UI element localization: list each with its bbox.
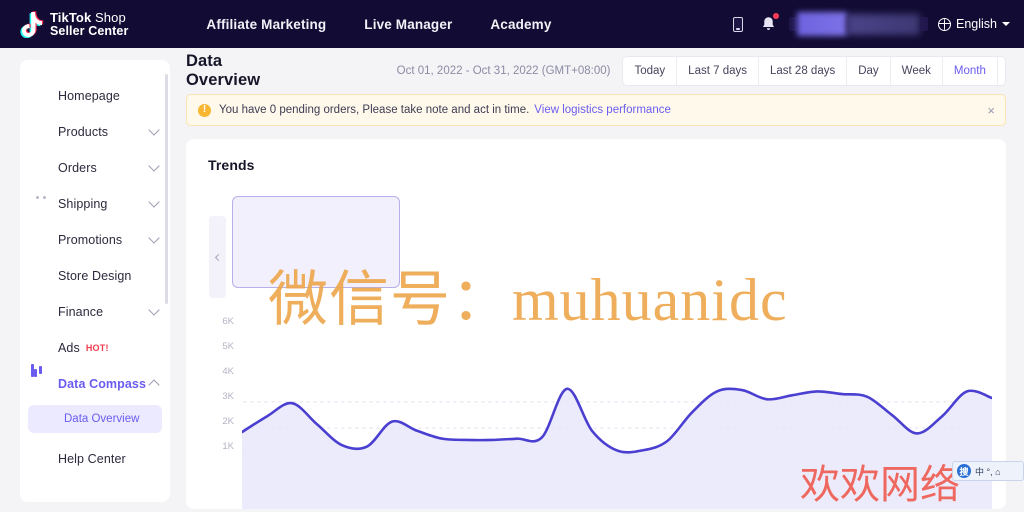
- chevron-left-icon: [214, 253, 223, 261]
- mobile-phone-icon[interactable]: [723, 9, 753, 39]
- tab-last-28-days[interactable]: Last 28 days: [759, 57, 848, 85]
- nav-link-affiliate-marketing[interactable]: Affiliate Marketing: [206, 17, 326, 32]
- chevron-down-icon: [148, 232, 160, 244]
- metric-card-selected[interactable]: [232, 196, 400, 288]
- trends-title: Trends: [208, 157, 255, 173]
- notification-bell-icon[interactable]: [753, 9, 783, 39]
- hot-badge: HOT!: [85, 343, 109, 353]
- sidebar-item-label: Promotions: [58, 233, 123, 247]
- nav-link-live-manager[interactable]: Live Manager: [364, 17, 452, 32]
- tab-today[interactable]: Today: [623, 57, 678, 85]
- brand-text: TikTok Shop Seller Center: [50, 11, 128, 37]
- store-icon: [34, 269, 49, 284]
- sidebar-subitem-label: Data Overview: [64, 413, 140, 425]
- page-header: Data Overview Oct 01, 2022 - Oct 31, 202…: [180, 48, 1024, 94]
- main-content: Data Overview Oct 01, 2022 - Oct 31, 202…: [180, 48, 1024, 512]
- y-tick-label: 1K: [222, 441, 234, 452]
- language-selector[interactable]: English: [938, 17, 1010, 31]
- chart-y-axis: 6K 5K 4K 3K 2K 1K: [208, 317, 234, 467]
- sidebar-item-label: Ads: [58, 341, 80, 355]
- sidebar-subitem-data-overview[interactable]: Data Overview: [28, 405, 162, 433]
- tiktok-note-icon: [18, 10, 44, 39]
- truck-icon: [34, 197, 49, 212]
- pending-orders-alert: ! You have 0 pending orders, Please take…: [186, 94, 1006, 126]
- chevron-down-icon: [148, 160, 160, 172]
- sidebar-item-promotions[interactable]: Promotions: [20, 222, 170, 258]
- sidebar-item-label: Homepage: [58, 89, 120, 103]
- sidebar-item-homepage[interactable]: Homepage: [20, 78, 170, 114]
- date-range-tabs: Today Last 7 days Last 28 days Day Week …: [622, 56, 1006, 86]
- sidebar-navigation: Homepage Products Orders Shipping Promot…: [20, 60, 170, 502]
- chevron-up-icon: [148, 379, 160, 391]
- y-tick-label: 4K: [222, 366, 234, 377]
- sidebar-item-ads[interactable]: Ads HOT!: [20, 330, 170, 366]
- tab-week[interactable]: Week: [891, 57, 943, 85]
- brand-logo[interactable]: TikTok Shop Seller Center: [18, 10, 128, 39]
- chevron-down-icon: [148, 196, 160, 208]
- warning-icon: !: [198, 103, 211, 117]
- sidebar-item-data-compass[interactable]: Data Compass: [20, 366, 170, 402]
- sidebar-item-label: Store Design: [58, 269, 132, 283]
- chevron-down-icon: [148, 124, 160, 136]
- globe-icon: [938, 17, 952, 31]
- nav-right-actions: English: [723, 0, 1010, 48]
- tab-custom[interactable]: Custom: [998, 57, 1005, 85]
- sidebar-item-label: Shipping: [58, 197, 108, 211]
- sidebar-item-label: Data Compass: [58, 377, 147, 391]
- y-tick-label: 5K: [222, 341, 234, 352]
- sidebar-scrollbar[interactable]: [165, 74, 168, 304]
- sidebar-item-help-center[interactable]: Help Center: [20, 441, 170, 477]
- sidebar-item-finance[interactable]: Finance: [20, 294, 170, 330]
- shopping-bag-icon: [34, 125, 49, 140]
- brand-name-rest: Shop: [91, 10, 126, 25]
- credit-card-icon: [34, 305, 49, 320]
- tab-day[interactable]: Day: [847, 57, 891, 85]
- sidebar-item-shipping[interactable]: Shipping: [20, 186, 170, 222]
- document-icon: [34, 161, 49, 176]
- page-title: Data Overview: [186, 52, 261, 89]
- sidebar-item-store-design[interactable]: Store Design: [20, 258, 170, 294]
- trends-chart: 6K 5K 4K 3K 2K 1K: [208, 299, 992, 509]
- trends-card: Trends 6K 5K 4K 3K 2K 1K: [186, 139, 1006, 509]
- brand-subtitle: Seller Center: [50, 23, 129, 38]
- carousel-prev-button[interactable]: [209, 216, 226, 298]
- bar-chart-icon: [34, 377, 49, 392]
- notification-dot: [773, 13, 779, 19]
- help-icon: [34, 452, 49, 467]
- sidebar-item-orders[interactable]: Orders: [20, 150, 170, 186]
- primary-nav-links: Affiliate Marketing Live Manager Academy: [206, 17, 551, 32]
- ime-logo-icon: 搜: [957, 464, 971, 478]
- tab-last-7-days[interactable]: Last 7 days: [677, 57, 759, 85]
- chevron-down-icon: [1002, 22, 1010, 26]
- ads-icon: [34, 341, 49, 356]
- ime-toolbar[interactable]: 搜 中 °, ⌂: [952, 461, 1024, 481]
- brand-name-bold: TikTok: [50, 10, 92, 25]
- y-tick-label: 6K: [222, 316, 234, 327]
- alert-message: You have 0 pending orders, Please take n…: [219, 104, 530, 116]
- tab-month[interactable]: Month: [943, 57, 998, 85]
- ime-mode-label: 中 °, ⌂: [975, 466, 1001, 477]
- date-range-label: Oct 01, 2022 - Oct 31, 2022 (GMT+08:00): [396, 65, 611, 77]
- sidebar-item-label: Finance: [58, 305, 104, 319]
- sidebar-item-label: Orders: [58, 161, 97, 175]
- nav-link-academy[interactable]: Academy: [490, 17, 551, 32]
- y-tick-label: 3K: [222, 391, 234, 402]
- view-logistics-performance-link[interactable]: View logistics performance: [534, 104, 671, 116]
- chart-plot-area: [242, 299, 992, 509]
- megaphone-icon: [34, 233, 49, 248]
- sidebar-item-products[interactable]: Products: [20, 114, 170, 150]
- chevron-down-icon: [148, 304, 160, 316]
- y-tick-label: 2K: [222, 416, 234, 427]
- close-icon[interactable]: ×: [987, 104, 995, 117]
- home-icon: [34, 89, 49, 104]
- top-navigation-bar: TikTok Shop Seller Center Affiliate Mark…: [0, 0, 1024, 48]
- sidebar-item-label: Help Center: [58, 452, 126, 466]
- user-account-area[interactable]: [789, 12, 928, 36]
- sidebar-item-label: Products: [58, 125, 109, 139]
- language-label: English: [956, 17, 997, 31]
